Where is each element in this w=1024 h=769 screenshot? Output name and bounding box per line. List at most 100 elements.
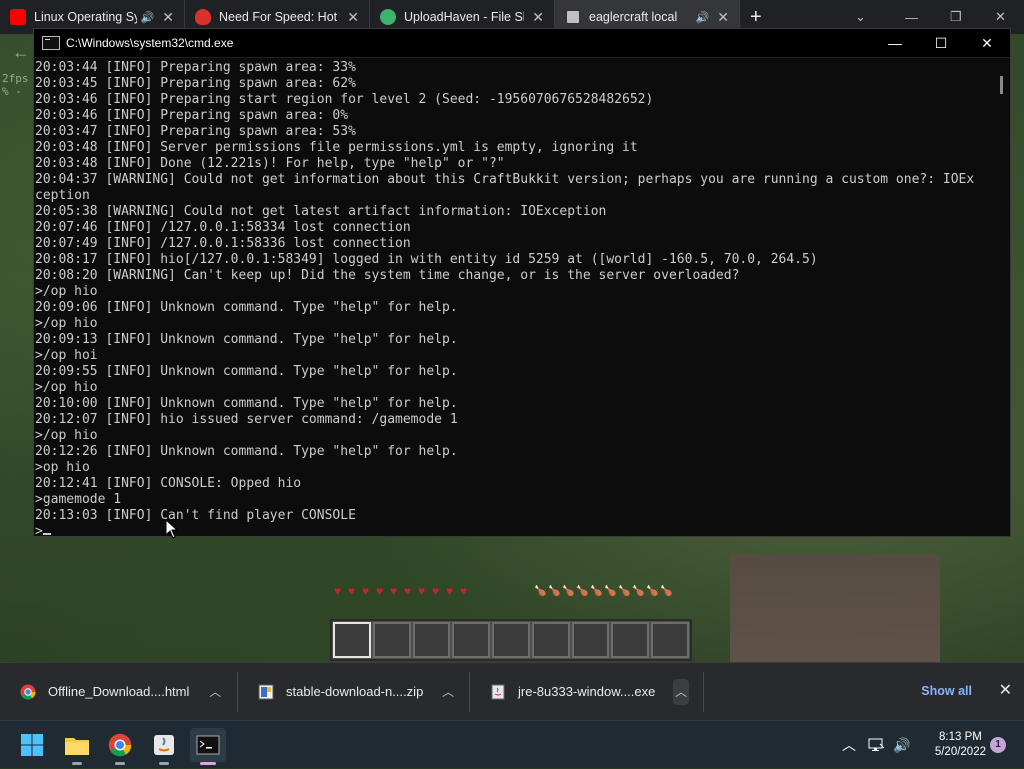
console-line: >op hio [35, 460, 90, 475]
console-line: 20:03:47 [INFO] Preparing spawn area: 53… [35, 124, 356, 139]
volume-icon[interactable]: 🔊 [893, 721, 910, 769]
cloud-icon [380, 9, 396, 25]
console-line: >/op hio [35, 428, 98, 443]
chrome-icon [20, 684, 36, 699]
hotbar-slot[interactable] [452, 622, 491, 658]
file-explorer-icon [65, 738, 89, 755]
speaker-icon[interactable]: 🔊 [141, 11, 155, 24]
start-icon [21, 734, 43, 756]
chevron-up-icon[interactable]: ︿ [673, 678, 689, 705]
hotbar-slot[interactable] [492, 622, 530, 658]
taskbar-cmd[interactable] [190, 728, 226, 765]
heart-icon: ♥ [334, 584, 342, 598]
close-tab-icon[interactable]: ✕ [532, 9, 544, 26]
drumstick-icon: 🍗 [548, 586, 561, 597]
drumstick-icon: 🍗 [618, 586, 631, 597]
heart-icon: ♥ [390, 584, 398, 598]
close-tab-icon[interactable]: ✕ [162, 9, 174, 26]
close-tab-icon[interactable]: ✕ [717, 9, 729, 26]
back-arrow-icon[interactable]: ← [12, 42, 30, 63]
taskbar: ︿ 🔊 8:13 PM 5/20/2022 1 [0, 720, 1024, 768]
drumstick-icon: 🍗 [590, 586, 603, 597]
drumstick-icon: 🍗 [604, 586, 617, 597]
drumstick-icon: 🍗 [660, 586, 673, 597]
chevron-up-icon[interactable]: ︿ [207, 679, 223, 705]
console-line: 20:13:03 [INFO] Can't find player CONSOL… [35, 508, 356, 523]
console-line: 20:12:07 [INFO] hio issued server comman… [35, 412, 458, 427]
hotbar-slot[interactable] [611, 622, 650, 658]
download-item[interactable]: stable-download-n....zip ︿ [238, 671, 470, 712]
network-icon[interactable] [868, 721, 886, 769]
drumstick-icon: 🍗 [646, 586, 659, 597]
console-line: 20:03:48 [INFO] Server permissions file … [35, 140, 638, 155]
system-clock[interactable]: 8:13 PM 5/20/2022 [935, 730, 986, 760]
console-line: 20:05:38 [WARNING] Could not get latest … [35, 204, 607, 219]
java-icon [154, 735, 174, 755]
heart-icon: ♥ [404, 584, 412, 598]
chevron-up-icon[interactable]: ︿ [842, 735, 856, 755]
heart-icon: ♥ [446, 584, 454, 598]
console-output[interactable]: 20:03:44 [INFO] Preparing spawn area: 33… [34, 58, 996, 536]
console-line: 20:12:26 [INFO] Unknown command. Type "h… [35, 444, 458, 459]
hotbar-slot[interactable] [531, 622, 570, 658]
console-line: >/op hio [35, 380, 98, 395]
console-line: >/op hio [35, 284, 98, 299]
console-line: 20:09:13 [INFO] Unknown command. Type "h… [35, 332, 458, 347]
download-item[interactable]: jre-8u333-window....exe ︿ [470, 671, 704, 712]
java-installer-icon [491, 684, 505, 699]
console-line: 20:07:49 [INFO] /127.0.0.1:58336 lost co… [35, 236, 411, 251]
hotbar-slot[interactable] [372, 622, 411, 658]
health-bar: ♥ ♥ ♥ ♥ ♥ ♥ ♥ ♥ ♥ ♥ [334, 584, 472, 598]
chevron-up-icon[interactable]: ︿ [441, 679, 455, 705]
console-line: >/op hio [35, 316, 98, 331]
console-line: 20:03:48 [INFO] Done (12.221s)! For help… [35, 156, 505, 171]
show-all-button[interactable]: Show all [921, 684, 972, 698]
console-line: 20:03:46 [INFO] Preparing spawn area: 0% [35, 108, 349, 123]
drumstick-icon: 🍗 [562, 586, 575, 597]
download-item[interactable]: Offline_Download....html ︿ [0, 671, 238, 712]
mouse-pointer-icon [166, 520, 178, 539]
close-tab-icon[interactable]: ✕ [347, 9, 359, 26]
console-line: ception [35, 188, 90, 203]
speaker-icon[interactable]: 🔊 [696, 11, 710, 24]
chrome-icon [108, 733, 132, 757]
hotbar[interactable] [330, 619, 692, 661]
fps-counter: 2fps% - [2, 72, 29, 98]
heart-icon: ♥ [418, 584, 426, 598]
downloads-bar: Offline_Download....html ︿ stable-downlo… [0, 662, 1024, 720]
console-line: 20:10:00 [INFO] Unknown command. Type "h… [35, 396, 458, 411]
notification-badge[interactable]: 1 [990, 737, 1006, 753]
scrollbar-thumb[interactable] [1000, 76, 1003, 94]
drumstick-icon: 🍗 [576, 586, 589, 597]
taskbar-java[interactable] [146, 728, 182, 765]
close-button[interactable]: ✕ [964, 29, 1010, 57]
taskbar-chrome[interactable] [102, 728, 138, 765]
cmd-title: C:\Windows\system32\cmd.exe [66, 36, 234, 50]
hotbar-slot[interactable] [571, 622, 610, 658]
heart-icon: ♥ [362, 584, 370, 598]
cmd-icon [42, 36, 60, 50]
start-button[interactable] [14, 728, 50, 762]
console-line: >/op hoi [35, 348, 98, 363]
console-line: >gamemode 1 [35, 492, 122, 507]
console-line: 20:08:20 [WARNING] Can't keep up! Did th… [35, 268, 740, 283]
maximize-button[interactable]: ☐ [918, 29, 964, 57]
taskbar-file-explorer[interactable] [59, 728, 95, 765]
hotbar-slot[interactable] [412, 622, 451, 658]
scrollbar[interactable] [996, 58, 1010, 536]
console-line: 20:09:55 [INFO] Unknown command. Type "h… [35, 364, 458, 379]
zip-icon [258, 684, 274, 699]
hotbar-slot[interactable] [651, 622, 690, 658]
console-prompt[interactable]: > [35, 524, 996, 536]
show-hidden-icons[interactable]: ︿ [842, 721, 856, 769]
minimize-button[interactable]: — [872, 29, 918, 57]
new-tab-button[interactable]: + [750, 6, 762, 29]
close-downloads-icon[interactable]: ✕ [999, 680, 1012, 700]
console-line: 20:07:46 [INFO] /127.0.0.1:58334 lost co… [35, 220, 411, 235]
console-line: 20:04:37 [WARNING] Could not get informa… [35, 172, 975, 187]
hunger-bar: 🍗 🍗 🍗 🍗 🍗 🍗 🍗 🍗 🍗 🍗 [534, 586, 672, 597]
cmd-titlebar[interactable]: C:\Windows\system32\cmd.exe — ☐ ✕ [34, 29, 1010, 58]
cmd-window[interactable]: C:\Windows\system32\cmd.exe — ☐ ✕ 20:03:… [33, 28, 1011, 537]
hotbar-slot[interactable] [333, 622, 371, 658]
console-line: 20:09:06 [INFO] Unknown command. Type "h… [35, 300, 458, 315]
